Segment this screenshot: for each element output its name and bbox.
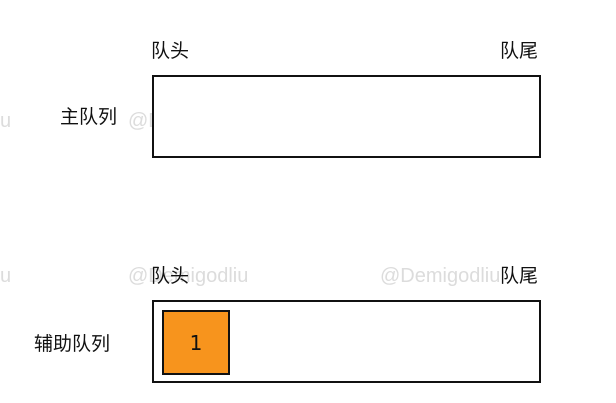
aux-queue-head-label: 队头 (151, 265, 190, 287)
aux-queue-box: 1 (152, 300, 541, 383)
watermark: @Demigodliu (380, 265, 501, 287)
aux-queue-row-label: 辅助队列 (34, 333, 111, 355)
watermark-fragment: u (0, 265, 12, 287)
main-queue-row-label: 主队列 (60, 106, 118, 128)
main-queue-tail-label: 队尾 (500, 40, 539, 62)
main-queue-box (152, 75, 541, 158)
aux-queue-tail-label: 队尾 (500, 265, 539, 287)
queue-item: 1 (162, 310, 230, 375)
watermark-fragment: u (0, 110, 12, 132)
main-queue-head-label: 队头 (151, 40, 190, 62)
